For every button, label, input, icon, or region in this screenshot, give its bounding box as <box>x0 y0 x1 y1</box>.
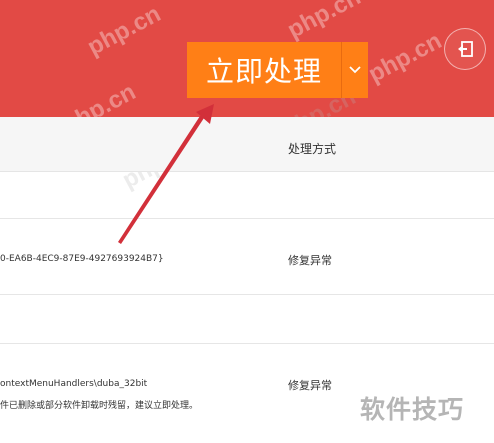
brand-watermark: 软件技巧 <box>360 395 465 424</box>
pointer-arrow <box>118 104 214 244</box>
